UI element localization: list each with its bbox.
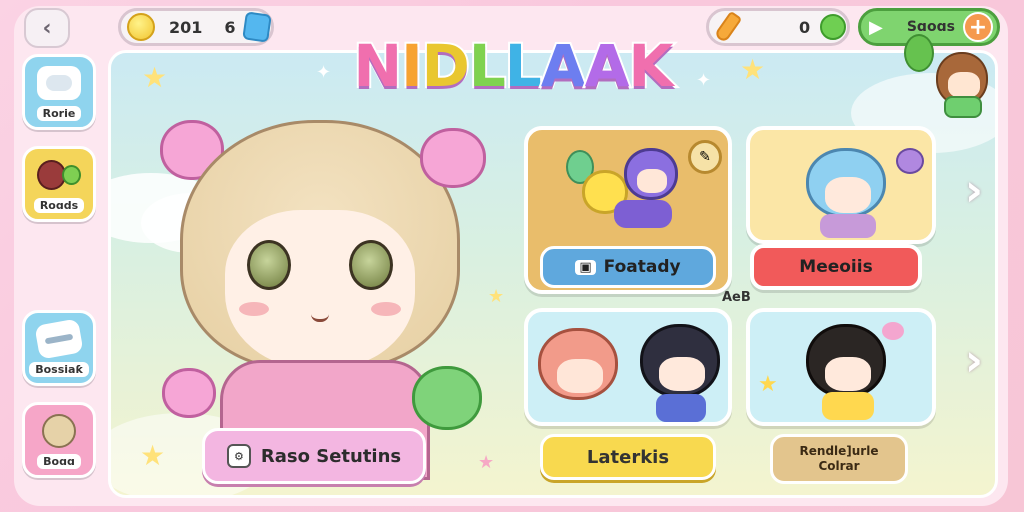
cloud-icon <box>37 66 81 100</box>
play-icon: ▶ <box>869 16 883 38</box>
coins-value: 201 <box>169 17 203 37</box>
green-mascot-icon <box>412 366 482 430</box>
coin-icon <box>127 13 155 41</box>
purple-character-body <box>614 200 672 228</box>
sidebar-item-label: Boɑɑ <box>37 454 81 469</box>
pink-mascot-icon <box>162 368 216 418</box>
next-arrow-icon[interactable]: › <box>954 164 994 216</box>
apple-icon <box>820 14 847 40</box>
star-icon: ★ <box>142 61 168 94</box>
hero-face <box>225 210 415 370</box>
card-4-label: Rendle]urle <box>799 444 879 458</box>
character-card-2[interactable] <box>746 126 936 244</box>
sidebar-item-boaa[interactable]: Boɑɑ <box>22 402 96 478</box>
title-letter: A <box>583 30 632 102</box>
purple-mascot-icon <box>896 148 924 174</box>
section-label: AeB <box>722 290 751 305</box>
hero-eye <box>349 240 393 290</box>
character-body <box>656 394 706 422</box>
hero-settings-button[interactable]: ⚙ Raso Setutins <box>202 428 426 484</box>
hero-blush <box>371 302 401 316</box>
card-3-label: Laterkis <box>586 446 670 468</box>
character-card-3[interactable] <box>524 308 732 426</box>
sidebar-item-label: Rorie <box>36 106 82 121</box>
carrots-value: 0 <box>799 17 811 37</box>
title-letter: A <box>539 30 588 102</box>
sidebar-item-bossiak[interactable]: Bossiaƙ <box>22 310 96 386</box>
carrot-bar[interactable]: 0 <box>706 8 850 46</box>
game-icon: ▣ <box>575 259 596 275</box>
card-icon <box>34 318 84 360</box>
chibi-girl-body <box>944 96 982 118</box>
bow-icon <box>882 322 904 340</box>
purple-character-icon <box>624 148 678 200</box>
card-3-button[interactable]: Laterkis <box>540 434 716 480</box>
shop-label: Sɑoɑs <box>906 19 955 35</box>
star-icon: ★ <box>758 372 778 397</box>
plus-icon[interactable]: + <box>962 12 993 42</box>
card-2-button[interactable]: Meeoiis <box>750 244 922 290</box>
card-1-label: Foatady <box>603 257 681 277</box>
hero-character[interactable] <box>140 90 500 480</box>
currency-bar[interactable]: 201 6 <box>118 8 274 46</box>
settings-icon: ⚙ <box>226 444 251 468</box>
sidebar-item-roads[interactable]: Roɑds <box>22 146 96 222</box>
blue-hair-character-icon <box>806 148 886 218</box>
star-icon: ✦ <box>316 62 332 83</box>
black-hair-character-icon <box>806 324 886 398</box>
sidebar-item-label: Roɑds <box>33 198 85 213</box>
back-button[interactable]: ‹ <box>24 8 70 48</box>
gems-value: 6 <box>224 17 236 37</box>
dark-hair-character-icon <box>640 324 720 398</box>
star-icon: ★ <box>740 53 766 86</box>
balloon-icon <box>904 34 934 72</box>
next-arrow-icon[interactable]: › <box>954 334 994 386</box>
back-arrow-icon: ‹ <box>42 15 52 41</box>
star-icon: ✦ <box>696 70 712 91</box>
character-icon <box>37 158 81 192</box>
card-2-label: Meeoiis <box>799 257 873 277</box>
title-letter: L <box>503 30 544 102</box>
hero-mouth <box>311 314 329 322</box>
sidebar-item-rorie[interactable]: Rorie <box>22 54 96 130</box>
title-letter: K <box>627 30 676 102</box>
hero-blush <box>239 302 269 316</box>
character-card-1[interactable]: ✎ ▣ Foatady <box>524 126 732 294</box>
character-body <box>820 214 876 238</box>
hero-eye <box>247 240 291 290</box>
card-4-label-line2: Colrar <box>818 459 860 473</box>
avatar-icon <box>37 414 81 448</box>
gem-icon <box>241 11 272 43</box>
game-icon[interactable]: ✎ <box>688 140 722 174</box>
pink-hair-character-icon <box>538 328 618 400</box>
hero-button-label: Raso Setutins <box>260 445 402 467</box>
character-card-4[interactable]: ★ <box>746 308 936 426</box>
card-4-button[interactable]: Rendle]urle Colrar <box>770 434 908 484</box>
card-1-button[interactable]: ▣ Foatady <box>540 246 716 288</box>
carrot-icon <box>713 10 743 44</box>
pink-mascot-icon <box>420 128 486 188</box>
character-body <box>822 392 874 420</box>
sidebar-item-label: Bossiaƙ <box>29 362 89 377</box>
